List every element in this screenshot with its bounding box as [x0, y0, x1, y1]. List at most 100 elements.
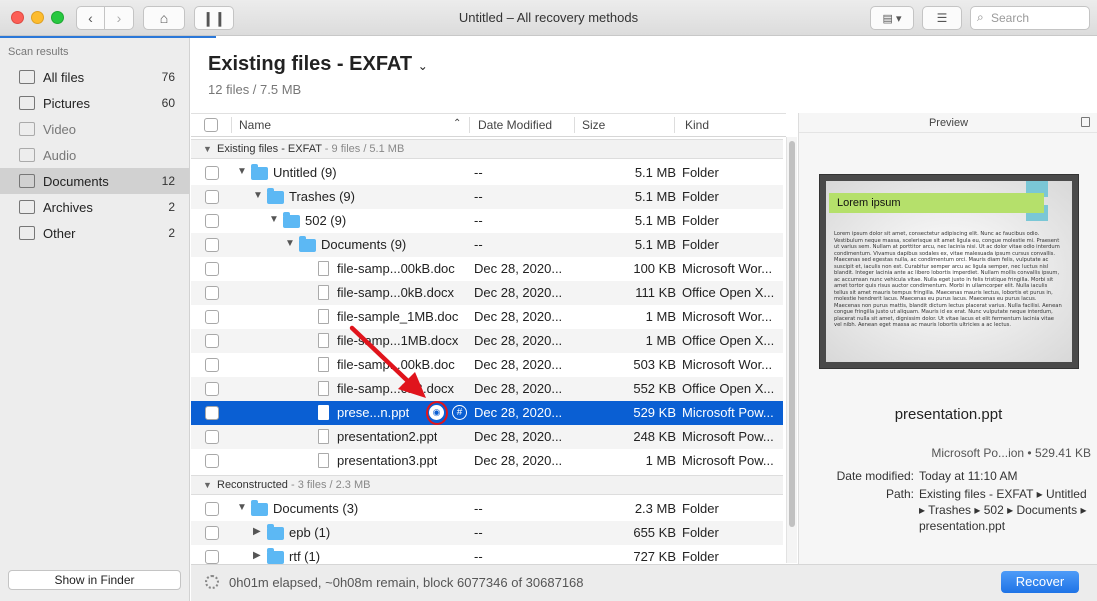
copy-icon[interactable]: [1081, 117, 1090, 127]
disclosure-triangle-icon[interactable]: ▼: [269, 214, 279, 225]
row-checkbox[interactable]: [205, 214, 219, 228]
row-checkbox[interactable]: [205, 238, 219, 252]
row-size: 2.3 MB: [634, 501, 676, 516]
row-date: --: [474, 525, 483, 540]
disclosure-triangle-icon[interactable]: ▶: [253, 526, 261, 537]
row-checkbox[interactable]: [205, 550, 219, 564]
row-size: 655 KB: [633, 525, 676, 540]
disclosure-triangle-icon[interactable]: ▼: [203, 144, 212, 154]
sidebar-item-video[interactable]: Video: [0, 116, 189, 142]
sidebar-item-documents[interactable]: Documents 12: [0, 168, 189, 194]
document-icon: [318, 357, 329, 372]
row-name: prese...n.ppt: [337, 405, 410, 420]
column-header-size[interactable]: Size: [582, 118, 605, 132]
disclosure-triangle-icon[interactable]: ▼: [285, 238, 295, 249]
filter-button[interactable]: ☰: [922, 6, 962, 30]
sliders-icon: ☰: [936, 11, 948, 25]
search-input[interactable]: ⌕ Search: [970, 6, 1090, 30]
annotation-highlight-circle: [426, 401, 448, 425]
table-row[interactable]: ▶ rtf (1) -- 727 KB Folder: [191, 545, 783, 564]
column-header-date[interactable]: Date Modified: [478, 118, 552, 132]
folder-icon: [267, 548, 284, 564]
disclosure-triangle-icon[interactable]: ▼: [253, 190, 263, 201]
page-subtitle: 12 files / 7.5 MB: [208, 82, 302, 97]
row-name: Documents (3): [273, 501, 359, 516]
table-row[interactable]: file-samp...0kB.docx Dec 28, 2020... 111…: [191, 281, 783, 305]
recover-button[interactable]: Recover: [1001, 571, 1079, 593]
table-row[interactable]: file-samp...00kB.doc Dec 28, 2020... 100…: [191, 257, 783, 281]
row-checkbox[interactable]: [205, 406, 219, 420]
table-row[interactable]: ▶ epb (1) -- 655 KB Folder: [191, 521, 783, 545]
disclosure-triangle-icon[interactable]: ▼: [203, 480, 212, 490]
row-checkbox[interactable]: [205, 526, 219, 540]
row-kind: Folder: [682, 189, 719, 204]
hash-icon[interactable]: #: [452, 405, 467, 420]
preview-thumbnail[interactable]: Lorem ipsum Lorem ipsum dolor sit amet, …: [819, 174, 1079, 369]
document-icon: [318, 429, 329, 444]
table-row[interactable]: file-samp...00kB.doc Dec 28, 2020... 503…: [191, 353, 783, 377]
date-modified-label: Date modified:: [836, 469, 914, 483]
group-header-reconstructed[interactable]: ▼ Reconstructed - 3 files / 2.3 MB: [191, 475, 783, 495]
sidebar-item-archives[interactable]: Archives 2: [0, 194, 189, 220]
sidebar-item-pictures[interactable]: Pictures 60: [0, 90, 189, 116]
sidebar-item-label: Other: [43, 225, 76, 241]
row-checkbox[interactable]: [205, 502, 219, 516]
table-row[interactable]: ▼ Untitled (9) -- 5.1 MB Folder: [191, 161, 783, 185]
select-all-checkbox[interactable]: [204, 118, 218, 132]
view-mode-button[interactable]: ▤ ▾: [870, 6, 914, 30]
disclosure-triangle-icon[interactable]: ▶: [253, 550, 261, 561]
table-row[interactable]: file-samp...0kB.docx Dec 28, 2020... 552…: [191, 377, 783, 401]
table-row[interactable]: ▼ Documents (3) -- 2.3 MB Folder: [191, 497, 783, 521]
status-bar: 0h01m elapsed, ~0h08m remain, block 6077…: [191, 564, 1097, 601]
row-size: 248 KB: [633, 429, 676, 444]
document-icon: [318, 261, 329, 276]
disclosure-triangle-icon[interactable]: ▼: [237, 502, 247, 513]
table-row[interactable]: ▼ 502 (9) -- 5.1 MB Folder: [191, 209, 783, 233]
row-checkbox[interactable]: [205, 286, 219, 300]
sidebar-item-count: 12: [161, 174, 175, 188]
preview-file-name: presentation.ppt: [894, 406, 1003, 423]
row-checkbox[interactable]: [205, 430, 219, 444]
row-date: --: [474, 549, 483, 564]
row-checkbox[interactable]: [205, 310, 219, 324]
column-header-kind[interactable]: Kind: [685, 118, 709, 132]
sidebar-item-all-files[interactable]: All files 76: [0, 64, 189, 90]
row-checkbox[interactable]: [205, 262, 219, 276]
page-title[interactable]: Existing files - EXFAT ⌄: [208, 53, 428, 76]
row-checkbox[interactable]: [205, 358, 219, 372]
table-row-selected[interactable]: prese...n.ppt ◉ # Dec 28, 2020... 529 KB…: [191, 401, 783, 425]
table-row[interactable]: file-sample_1MB.doc Dec 28, 2020... 1 MB…: [191, 305, 783, 329]
archives-icon: [19, 200, 35, 214]
sort-ascending-icon: ⌃: [453, 118, 462, 129]
row-checkbox[interactable]: [205, 166, 219, 180]
table-row[interactable]: presentation3.ppt Dec 28, 2020... 1 MB M…: [191, 449, 783, 473]
title-bar: ‹ › ⌂ ❙❙ Untitled – All recovery methods…: [0, 0, 1097, 36]
all-files-icon: [19, 70, 35, 84]
show-in-finder-button[interactable]: Show in Finder: [8, 570, 181, 590]
row-checkbox[interactable]: [205, 334, 219, 348]
group-header-existing[interactable]: ▼ Existing files - EXFAT - 9 files / 5.1…: [191, 139, 783, 159]
sidebar-item-audio[interactable]: Audio: [0, 142, 189, 168]
table-row[interactable]: file-samp...1MB.docx Dec 28, 2020... 1 M…: [191, 329, 783, 353]
row-name: file-samp...0kB.docx: [337, 285, 455, 300]
table-row[interactable]: ▼ Documents (9) -- 5.1 MB Folder: [191, 233, 783, 257]
folder-icon: [283, 212, 300, 228]
disclosure-triangle-icon[interactable]: ▼: [237, 166, 247, 177]
sidebar-item-label: Video: [43, 121, 77, 137]
table-row[interactable]: ▼ Trashes (9) -- 5.1 MB Folder: [191, 185, 783, 209]
column-separator: [574, 117, 575, 133]
column-header-name[interactable]: Name: [239, 118, 271, 132]
scrollbar-thumb[interactable]: [789, 141, 795, 527]
sidebar-item-other[interactable]: Other 2: [0, 220, 189, 246]
row-size: 1 MB: [645, 309, 676, 324]
table-scrollbar[interactable]: [786, 137, 797, 563]
row-checkbox[interactable]: [205, 454, 219, 468]
row-date: Dec 28, 2020...: [474, 261, 563, 276]
row-checkbox[interactable]: [205, 382, 219, 396]
table-row[interactable]: presentation2.ppt Dec 28, 2020... 248 KB…: [191, 425, 783, 449]
row-checkbox[interactable]: [205, 190, 219, 204]
preview-header: Preview: [799, 113, 1097, 133]
row-kind: Microsoft Pow...: [682, 453, 774, 468]
row-size: 5.1 MB: [634, 213, 676, 228]
row-name: Trashes (9): [289, 189, 355, 204]
